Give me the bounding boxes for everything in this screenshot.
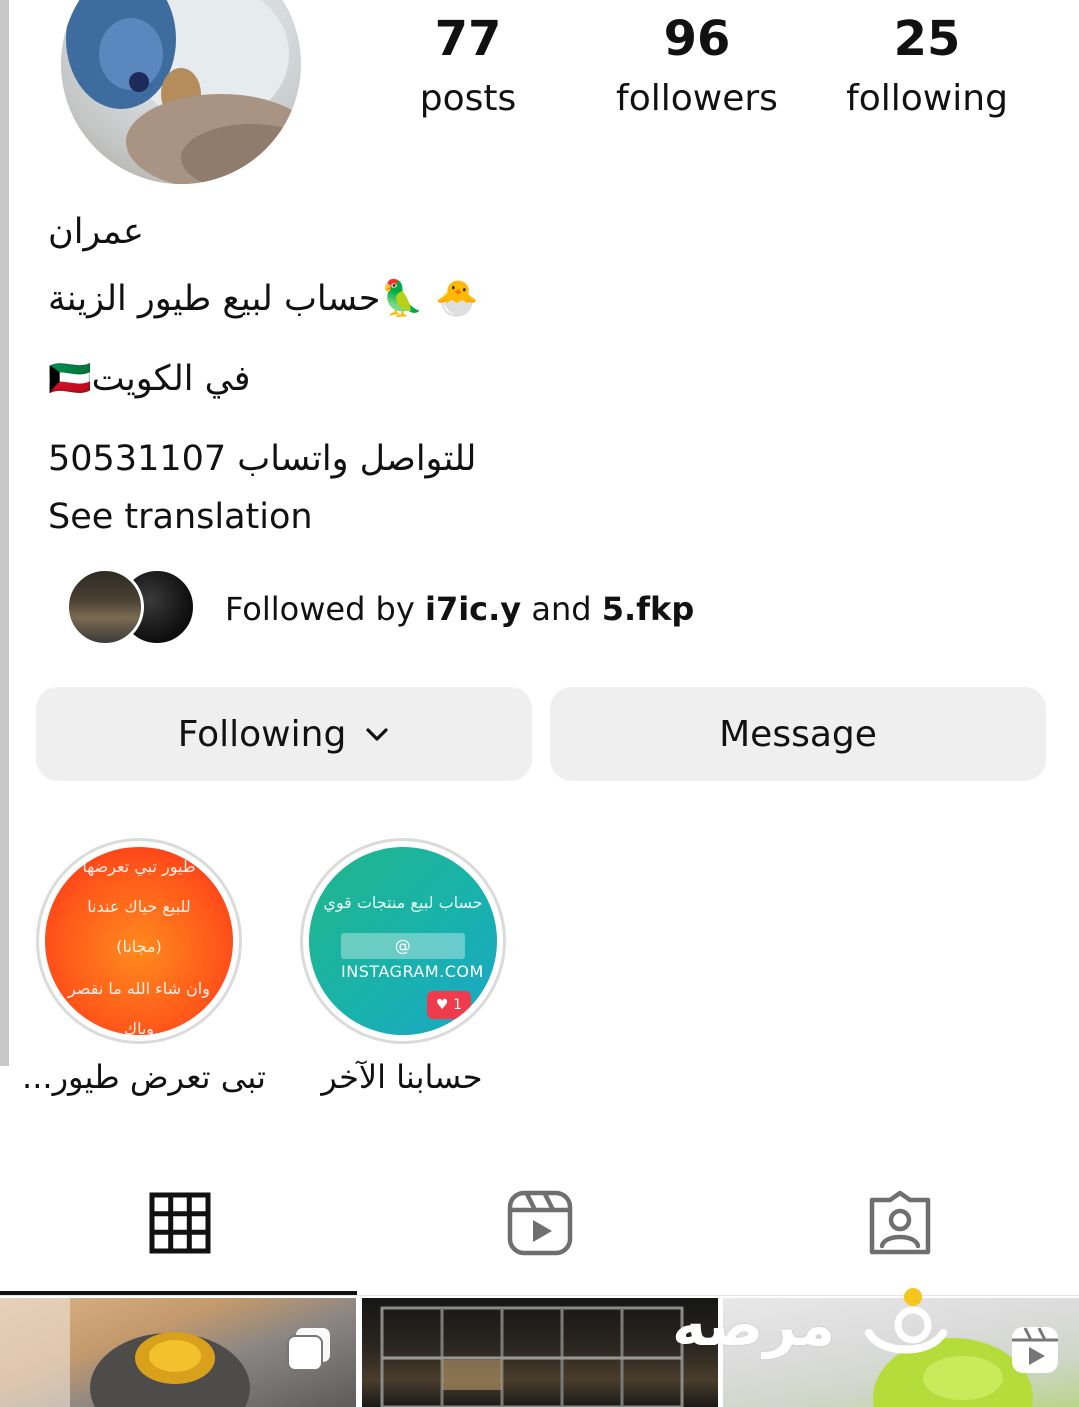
following-count-value: 25 [893,11,961,67]
followers-count-label: followers [616,78,778,119]
highlight-2-label[interactable]: حسابنا الآخر [272,1058,532,1096]
highlight-2-like-badge: ♥ 1 [427,991,471,1019]
avatar-image [66,0,301,184]
posts-count-label: posts [419,78,517,119]
following-count[interactable]: 25 following [827,8,1027,122]
highlight-2-cover: حساب لبيع منتجات قوي @ INSTAGRAM.COM ♥ 1 [309,847,497,1035]
highlight-1-label[interactable]: تبى تعرض طيور... [14,1058,274,1096]
highlight-1-text-4: وان شاء الله ما نقصر [68,979,210,998]
post-2-image [380,1306,684,1407]
message-button-label: Message [719,713,877,755]
tab-tagged[interactable] [720,1170,1079,1280]
highlight-1-cover: طيور تبي تعرضها للبيع حياك عندنا (مجانا)… [45,847,233,1035]
highlight-1-text-3: (مجانا) [116,937,162,956]
grid-icon [149,1192,211,1258]
watermark: مرصه [672,1280,951,1370]
posts-count[interactable]: 77 posts [368,8,568,122]
bio-line-1: 🐣 🦜حساب لبيع طيور الزينة [48,279,479,319]
followed-by-user-1[interactable]: i7ic.y [425,590,521,628]
message-button[interactable]: Message [550,687,1046,781]
highlight-2[interactable]: حساب لبيع منتجات قوي @ INSTAGRAM.COM ♥ 1 [300,838,506,1044]
watermark-text: مرصه [672,1291,836,1359]
highlight-1[interactable]: طيور تبي تعرضها للبيع حياك عندنا (مجانا)… [36,838,242,1044]
mutual-followers-avatars[interactable] [66,568,198,648]
followed-by-prefix: Followed by [225,590,425,628]
following-button-label: Following [177,713,347,755]
bio-line-3: للتواصل واتساب 50531107 [48,439,477,479]
following-count-label: following [846,78,1008,119]
posts-count-value: 77 [434,11,502,67]
carousel-icon [284,1324,334,1378]
post-tile-2[interactable] [362,1298,718,1407]
highlight-2-pill: @ INSTAGRAM.COM [341,933,483,981]
followed-by-user-2[interactable]: 5.fkp [602,590,695,628]
chevron-down-icon [364,721,390,747]
see-translation-link[interactable]: See translation [48,495,313,539]
highlight-1-text-5: وياك [123,1019,155,1035]
followers-count-value: 96 [663,11,731,67]
left-edge-rule [0,0,9,1066]
followed-by-joiner: and [521,590,602,628]
reel-badge-icon [1009,1324,1061,1380]
highlight-1-text-1: طيور تبي تعرضها [82,857,196,876]
reels-icon [507,1190,573,1260]
profile-avatar[interactable] [61,0,301,184]
followers-count[interactable]: 96 followers [597,8,797,122]
highlight-1-text-2: للبيع حياك عندنا [87,897,191,916]
mutual-avatar-1 [66,568,144,646]
following-button[interactable]: Following [36,687,532,781]
bio-line-2: 🇰🇼في الكويت [48,359,251,399]
tab-grid[interactable] [0,1170,360,1280]
profile-name: عمران [48,212,144,252]
tagged-icon [866,1190,934,1260]
highlight-2-text-1: حساب لبيع منتجات قوي [323,893,483,912]
followed-by-text[interactable]: Followed by i7ic.y and 5.fkp [225,590,694,628]
tab-reels[interactable] [360,1170,720,1280]
post-tile-1[interactable] [0,1298,356,1407]
watermark-logo-icon [861,1283,951,1367]
